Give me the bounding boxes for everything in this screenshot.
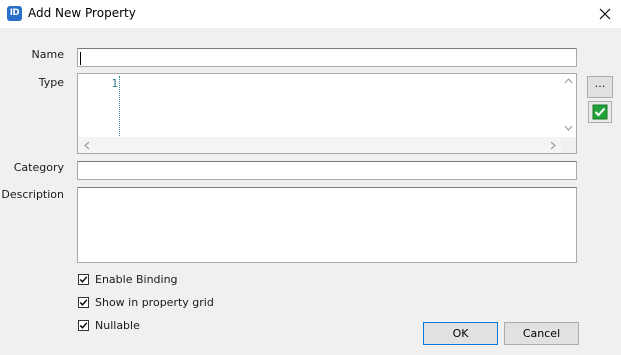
show-in-property-grid-label: Show in property grid (95, 295, 214, 309)
app-icon: ID (7, 6, 22, 21)
show-in-property-grid-checkbox[interactable] (78, 296, 89, 308)
vertical-scrollbar[interactable] (561, 74, 576, 136)
close-icon (599, 8, 611, 20)
checkmark-icon (79, 298, 88, 306)
checkmark-icon (79, 321, 88, 329)
category-label: Category (13, 161, 64, 174)
cancel-button[interactable]: Cancel (504, 322, 579, 345)
window-title: Add New Property (28, 6, 136, 20)
scroll-down-icon[interactable] (564, 125, 573, 134)
enable-binding-checkbox-row[interactable]: Enable Binding (78, 272, 178, 286)
gutter-divider (119, 76, 120, 136)
type-label: Type (38, 76, 64, 89)
green-check-icon (592, 104, 608, 120)
show-in-property-grid-checkbox-row[interactable]: Show in property grid (78, 295, 214, 309)
enable-binding-label: Enable Binding (95, 272, 178, 286)
horizontal-scrollbar[interactable] (78, 137, 563, 153)
title-bar: ID Add New Property (0, 0, 621, 28)
text-caret (80, 52, 81, 65)
description-field[interactable] (77, 187, 577, 263)
name-label: Name (31, 48, 64, 61)
checkmark-icon (79, 275, 88, 283)
dialog-body: Name Type 1 ... Category Description Ena… (0, 28, 621, 355)
type-code-editor[interactable]: 1 (77, 73, 577, 154)
name-field[interactable] (77, 48, 577, 67)
description-label: Description (1, 188, 64, 201)
nullable-checkbox[interactable] (78, 319, 89, 331)
nullable-label: Nullable (95, 318, 140, 332)
line-number: 1 (111, 77, 118, 90)
browse-type-button[interactable]: ... (587, 76, 613, 98)
enable-binding-checkbox[interactable] (78, 273, 89, 285)
scroll-up-icon[interactable] (564, 78, 573, 87)
scroll-left-icon[interactable] (84, 141, 90, 153)
close-button[interactable] (589, 2, 621, 26)
ok-button[interactable]: OK (423, 322, 498, 345)
scrollbar-corner (561, 137, 576, 153)
nullable-checkbox-row[interactable]: Nullable (78, 318, 140, 332)
category-field[interactable] (77, 161, 577, 180)
validate-type-button[interactable] (588, 101, 612, 123)
scroll-right-icon[interactable] (550, 141, 556, 153)
